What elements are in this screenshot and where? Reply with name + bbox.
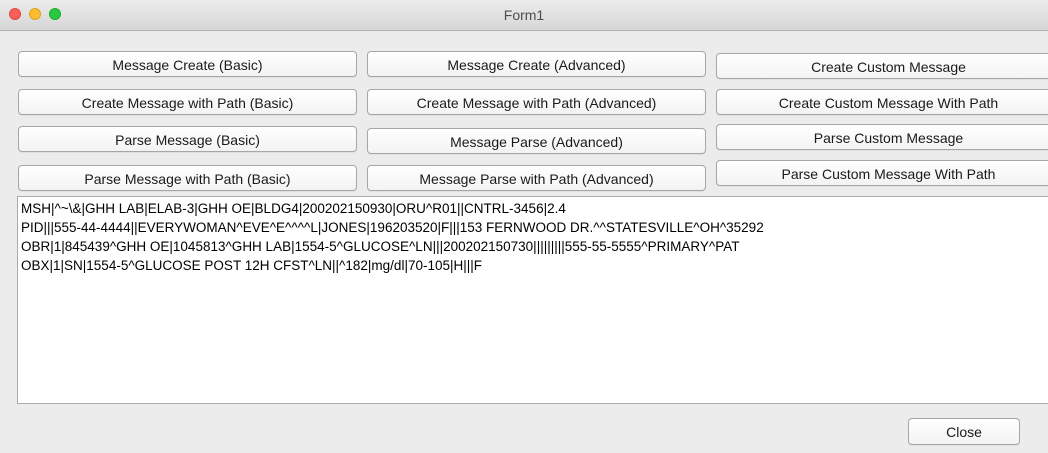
parse-message-with-path-basic-button[interactable]: Parse Message with Path (Basic)	[18, 165, 357, 191]
close-window-icon[interactable]	[9, 8, 21, 20]
message-parse-advanced-button[interactable]: Message Parse (Advanced)	[367, 128, 706, 154]
close-button[interactable]: Close	[908, 418, 1020, 445]
window-title: Form1	[503, 7, 545, 23]
message-output-textarea[interactable]: MSH|^~\&|GHH LAB|ELAB-3|GHH OE|BLDG4|200…	[17, 196, 1048, 404]
message-create-basic-button[interactable]: Message Create (Basic)	[18, 51, 357, 77]
output-line: OBX|1|SN|1554-5^GLUCOSE POST 12H CFST^LN…	[21, 258, 483, 273]
output-line: MSH|^~\&|GHH LAB|ELAB-3|GHH OE|BLDG4|200…	[21, 201, 566, 216]
parse-custom-message-button[interactable]: Parse Custom Message	[716, 124, 1048, 150]
create-custom-message-button[interactable]: Create Custom Message	[716, 53, 1048, 79]
parse-custom-message-with-path-button[interactable]: Parse Custom Message With Path	[716, 160, 1048, 186]
create-custom-message-with-path-button[interactable]: Create Custom Message With Path	[716, 89, 1048, 115]
app-window: Form1 Message Create (Basic) Message Cre…	[0, 0, 1048, 453]
maximize-window-icon[interactable]	[49, 8, 61, 20]
minimize-window-icon[interactable]	[29, 8, 41, 20]
output-line: PID|||555-44-4444||EVERYWOMAN^EVE^E^^^^L…	[21, 220, 764, 235]
create-message-with-path-basic-button[interactable]: Create Message with Path (Basic)	[18, 89, 357, 115]
create-message-with-path-advanced-button[interactable]: Create Message with Path (Advanced)	[367, 89, 706, 115]
message-parse-with-path-advanced-button[interactable]: Message Parse with Path (Advanced)	[367, 165, 706, 191]
title-bar: Form1	[0, 0, 1048, 31]
message-create-advanced-button[interactable]: Message Create (Advanced)	[367, 51, 706, 77]
output-line: OBR|1|845439^GHH OE|1045813^GHH LAB|1554…	[21, 239, 740, 254]
parse-message-basic-button[interactable]: Parse Message (Basic)	[18, 126, 357, 152]
